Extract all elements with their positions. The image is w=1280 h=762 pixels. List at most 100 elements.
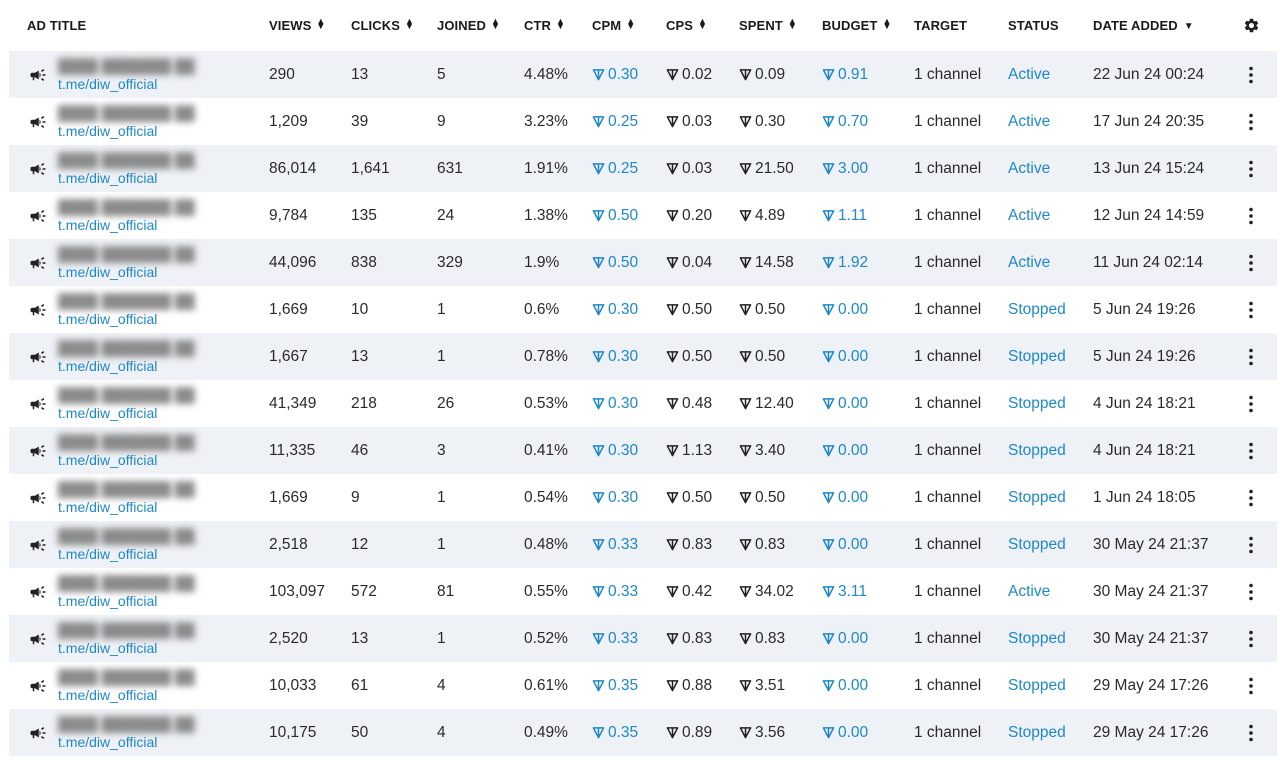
ad-link[interactable]: t.me/diw_official [58, 310, 195, 328]
budget-cell[interactable]: 0.91 [822, 66, 914, 84]
status-cell[interactable]: Active [1008, 66, 1093, 84]
status-cell[interactable]: Stopped [1008, 630, 1093, 648]
status-badge[interactable]: Stopped [1008, 724, 1066, 741]
status-badge[interactable]: Stopped [1008, 442, 1066, 459]
budget-cell[interactable]: 0.00 [822, 301, 914, 319]
budget-cell[interactable]: 0.00 [822, 677, 914, 695]
status-badge[interactable]: Active [1008, 207, 1050, 224]
table-row[interactable]: ████ ███████ ██ t.me/diw_official 290 13… [9, 51, 1277, 98]
status-badge[interactable]: Stopped [1008, 630, 1066, 647]
table-row[interactable]: ████ ███████ ██ t.me/diw_official 2,518 … [9, 521, 1277, 568]
status-cell[interactable]: Active [1008, 113, 1093, 131]
row-menu-button[interactable] [1233, 536, 1269, 554]
status-badge[interactable]: Stopped [1008, 536, 1066, 553]
budget-cell[interactable]: 3.11 [822, 583, 914, 601]
row-menu-button[interactable] [1233, 113, 1269, 131]
row-menu-button[interactable] [1233, 677, 1269, 695]
status-cell[interactable]: Stopped [1008, 724, 1093, 742]
cpm-cell[interactable]: 0.35 [592, 724, 666, 742]
status-badge[interactable]: Active [1008, 113, 1050, 130]
column-header-cps[interactable]: CPS ▲ ▼ [666, 17, 739, 34]
table-row[interactable]: ████ ███████ ██ t.me/diw_official 1,669 … [9, 286, 1277, 333]
budget-cell[interactable]: 0.00 [822, 442, 914, 460]
ad-link[interactable]: t.me/diw_official [58, 451, 195, 469]
table-row[interactable]: ████ ███████ ██ t.me/diw_official 41,349… [9, 380, 1277, 427]
table-row[interactable]: ████ ███████ ██ t.me/diw_official 1,667 … [9, 333, 1277, 380]
row-menu-button[interactable] [1233, 207, 1269, 225]
status-cell[interactable]: Stopped [1008, 395, 1093, 413]
cpm-cell[interactable]: 0.50 [592, 254, 666, 272]
ad-link[interactable]: t.me/diw_official [58, 545, 195, 563]
status-cell[interactable]: Stopped [1008, 677, 1093, 695]
column-header-ad-title[interactable]: AD TITLE [0, 18, 269, 33]
row-menu-button[interactable] [1233, 442, 1269, 460]
ad-link[interactable]: t.me/diw_official [58, 639, 195, 657]
status-cell[interactable]: Stopped [1008, 301, 1093, 319]
row-menu-button[interactable] [1233, 630, 1269, 648]
ad-link[interactable]: t.me/diw_official [58, 263, 195, 281]
status-badge[interactable]: Active [1008, 66, 1050, 83]
table-row[interactable]: ████ ███████ ██ t.me/diw_official 103,09… [9, 568, 1277, 615]
budget-cell[interactable]: 0.00 [822, 724, 914, 742]
cpm-cell[interactable]: 0.30 [592, 348, 666, 366]
status-badge[interactable]: Stopped [1008, 677, 1066, 694]
cpm-cell[interactable]: 0.30 [592, 489, 666, 507]
cpm-cell[interactable]: 0.33 [592, 583, 666, 601]
ad-link[interactable]: t.me/diw_official [58, 733, 195, 751]
cpm-cell[interactable]: 0.25 [592, 160, 666, 178]
status-badge[interactable]: Stopped [1008, 348, 1066, 365]
status-badge[interactable]: Active [1008, 160, 1050, 177]
status-cell[interactable]: Active [1008, 160, 1093, 178]
budget-cell[interactable]: 3.00 [822, 160, 914, 178]
ad-link[interactable]: t.me/diw_official [58, 592, 195, 610]
ad-link[interactable]: t.me/diw_official [58, 498, 195, 516]
status-badge[interactable]: Active [1008, 254, 1050, 271]
status-cell[interactable]: Stopped [1008, 489, 1093, 507]
cpm-cell[interactable]: 0.33 [592, 630, 666, 648]
table-row[interactable]: ████ ███████ ██ t.me/diw_official 11,335… [9, 427, 1277, 474]
table-row[interactable]: ████ ███████ ██ t.me/diw_official 44,096… [9, 239, 1277, 286]
status-cell[interactable]: Active [1008, 583, 1093, 601]
status-cell[interactable]: Stopped [1008, 348, 1093, 366]
budget-cell[interactable]: 0.00 [822, 348, 914, 366]
status-badge[interactable]: Stopped [1008, 395, 1066, 412]
budget-cell[interactable]: 0.00 [822, 489, 914, 507]
budget-cell[interactable]: 0.00 [822, 395, 914, 413]
column-header-budget[interactable]: BUDGET ▲ ▼ [822, 17, 914, 34]
status-badge[interactable]: Stopped [1008, 489, 1066, 506]
table-row[interactable]: ████ ███████ ██ t.me/diw_official 1,669 … [9, 474, 1277, 521]
ad-link[interactable]: t.me/diw_official [58, 122, 195, 140]
ad-link[interactable]: t.me/diw_official [58, 686, 195, 704]
row-menu-button[interactable] [1233, 301, 1269, 319]
budget-cell[interactable]: 1.92 [822, 254, 914, 272]
row-menu-button[interactable] [1233, 489, 1269, 507]
ad-link[interactable]: t.me/diw_official [58, 216, 195, 234]
status-cell[interactable]: Active [1008, 254, 1093, 272]
cpm-cell[interactable]: 0.30 [592, 442, 666, 460]
table-row[interactable]: ████ ███████ ██ t.me/diw_official 1,209 … [9, 98, 1277, 145]
status-cell[interactable]: Active [1008, 207, 1093, 225]
row-menu-button[interactable] [1233, 583, 1269, 601]
budget-cell[interactable]: 0.00 [822, 630, 914, 648]
budget-cell[interactable]: 0.70 [822, 113, 914, 131]
ad-link[interactable]: t.me/diw_official [58, 404, 195, 422]
ad-link[interactable]: t.me/diw_official [58, 357, 195, 375]
row-menu-button[interactable] [1233, 254, 1269, 272]
column-header-clicks[interactable]: CLICKS ▲ ▼ [351, 17, 437, 34]
table-row[interactable]: ████ ███████ ██ t.me/diw_official 10,033… [9, 662, 1277, 709]
status-cell[interactable]: Stopped [1008, 536, 1093, 554]
cpm-cell[interactable]: 0.33 [592, 536, 666, 554]
column-header-joined[interactable]: JOINED ▲ ▼ [437, 17, 524, 34]
table-row[interactable]: ████ ███████ ██ t.me/diw_official 86,014… [9, 145, 1277, 192]
column-header-date-added[interactable]: DATE ADDED ▼ [1093, 18, 1233, 33]
row-menu-button[interactable] [1233, 395, 1269, 413]
cpm-cell[interactable]: 0.35 [592, 677, 666, 695]
column-header-ctr[interactable]: CTR ▲ ▼ [524, 17, 592, 34]
ad-link[interactable]: t.me/diw_official [58, 169, 195, 187]
status-badge[interactable]: Active [1008, 583, 1050, 600]
cpm-cell[interactable]: 0.25 [592, 113, 666, 131]
row-menu-button[interactable] [1233, 724, 1269, 742]
budget-cell[interactable]: 1.11 [822, 207, 914, 225]
status-badge[interactable]: Stopped [1008, 301, 1066, 318]
cpm-cell[interactable]: 0.50 [592, 207, 666, 225]
